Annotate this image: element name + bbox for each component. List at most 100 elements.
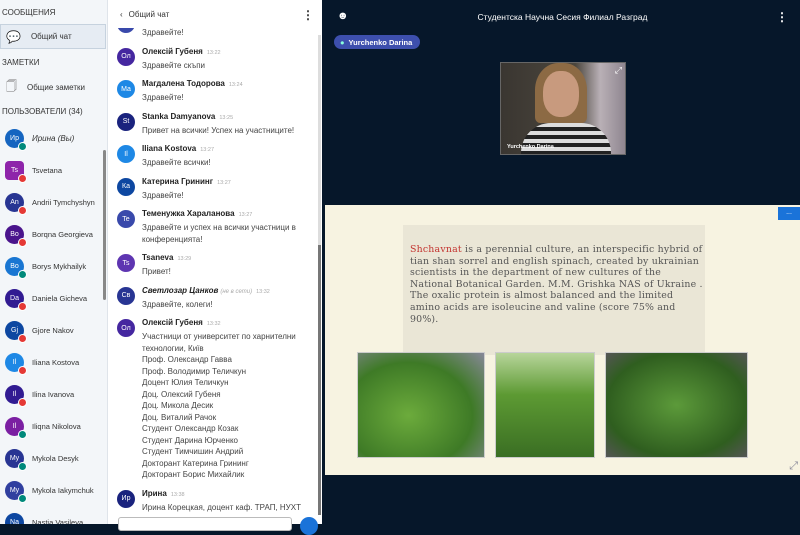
user-list-item[interactable]: Il Iliana Kostova	[0, 346, 104, 378]
user-list-item[interactable]: Gj Gjore Nakov	[0, 314, 104, 346]
listen-only-icon	[18, 493, 27, 503]
message-time: 13:27	[217, 179, 231, 186]
user-list-item[interactable]: Da Daniela Gicheva	[0, 282, 104, 314]
user-list-item[interactable]: Bo Borys Mykhailyk	[0, 250, 104, 282]
avatar: My	[5, 480, 27, 503]
user-name: Daniela Gicheva	[32, 293, 88, 303]
message-author: Iliana Kostova	[142, 144, 197, 153]
avatar: Св	[117, 286, 135, 305]
muted-mic-icon	[18, 173, 27, 183]
user-list-item[interactable]: Il Iliqna Nikolova	[0, 410, 104, 442]
avatar-initials: Св	[121, 292, 131, 299]
avatar-initials: Ts	[11, 166, 18, 174]
user-list-item[interactable]: My Mykola Desyk	[0, 442, 104, 474]
avatar: Il	[5, 416, 27, 439]
message-text: Здравейте!	[142, 93, 184, 102]
message-time: 13:22	[206, 49, 221, 56]
muted-mic-icon	[18, 205, 27, 215]
user-name: Ilina Ivanova	[32, 389, 75, 399]
user-list-item[interactable]: Ир Ирина (Вы)	[0, 122, 104, 154]
message-text: Привет на всички! Успех на участниците!	[142, 125, 295, 135]
plant-photo-2	[495, 352, 595, 458]
avatar-initials: Ts	[122, 259, 130, 267]
user-list-item[interactable]: My Mykola Iakymchuk	[0, 474, 104, 506]
muted-mic-icon	[18, 301, 27, 311]
user-name: Borqna Georgieva	[32, 229, 93, 239]
presentation-menu-button[interactable]: ...	[778, 207, 800, 220]
avatar: Bo	[5, 256, 27, 279]
message-text: Здравейте скъпи	[142, 60, 206, 70]
user-name: Mykola Iakymchuk	[32, 485, 94, 495]
webcam-video[interactable]: Yurchenko Darina ⤢	[500, 62, 626, 155]
avatar: Ts	[117, 254, 135, 272]
avatar: Da	[5, 288, 27, 311]
chat-header: ‹ Общий чат	[108, 0, 322, 28]
message-text: Привет!	[142, 267, 171, 276]
user-list-scrollbar[interactable]	[103, 150, 106, 300]
avatar: St	[117, 112, 135, 131]
chat-bubble-icon: 💬	[6, 29, 21, 44]
chat-message: Ка Катерина Грининг 13:27 Здравейте!	[108, 175, 318, 208]
message-author: Олексій Губеня	[142, 46, 203, 56]
avatar-initials: Ир	[10, 134, 19, 142]
message-author: Магдалена Тодорова	[142, 79, 225, 88]
user-list-item[interactable]: An Andrii Tymchyshyn	[0, 186, 104, 218]
chat-title: Общий чат	[128, 9, 170, 19]
avatar: Ма	[117, 80, 135, 98]
avatar-initials: Il	[12, 422, 17, 430]
user-name: Tsvetana	[32, 165, 63, 175]
avatar: Bo	[5, 224, 27, 247]
avatar: My	[5, 448, 27, 471]
user-name: Nastia Vasileva	[32, 517, 84, 525]
user-list-item[interactable]: Bo Borqna Georgieva	[0, 218, 104, 250]
avatar: Na	[5, 512, 24, 525]
avatar: Il	[117, 145, 135, 163]
avatar-initials: St	[122, 118, 130, 125]
message-time: 13:27	[200, 147, 215, 153]
notes-header: ЗАМЕТКИ	[2, 58, 40, 67]
avatar: Il	[5, 352, 27, 375]
user-list-item[interactable]: Il Ilina Ivanova	[0, 378, 104, 410]
listen-only-icon	[18, 461, 27, 471]
message-text: Ирина Корецкая, доцент каф. ТРАП, НУХТ	[142, 502, 301, 512]
public-chat-item[interactable]: 💬 Общий чат	[0, 24, 106, 49]
notes-icon: 🗍	[6, 81, 17, 93]
slide-fullscreen-icon[interactable]: ⤢	[789, 460, 798, 473]
fullscreen-icon[interactable]: ⤢	[615, 65, 622, 76]
plant-photo-1	[357, 352, 485, 458]
user-name: Ирина (Вы)	[32, 133, 75, 143]
talking-indicator[interactable]: ● Yurchenko Darina	[334, 35, 421, 49]
chat-panel: ЦвЦветелина ЙороваЗдравейте!ОлОлексій Гу…	[108, 0, 322, 524]
user-list-item[interactable]: Ts Tsvetana	[0, 154, 104, 186]
users-header: ПОЛЬЗОВАТЕЛИ (34)	[2, 107, 83, 116]
chat-message: Ир Ирина 13:38 Ирина Корецкая, доцент каф. …	[108, 487, 318, 520]
meeting-title: Студентска Научна Сесия Филиал Разград	[477, 12, 648, 22]
shared-notes-item[interactable]: 🗍 Общие заметки	[6, 78, 85, 97]
slide-paragraph-2: The oxalic protein is almost balanced an…	[410, 290, 676, 325]
message-time: 13:27	[238, 212, 253, 218]
send-button[interactable]	[300, 517, 318, 535]
message-time: 13:38	[170, 491, 185, 498]
chat-message: Ts Tsaneva 13:29 Привет!	[108, 251, 318, 284]
listen-only-icon	[18, 269, 27, 279]
options-icon[interactable]: ⋮	[776, 10, 788, 24]
avatar-initials: Na	[10, 518, 19, 525]
back-chevron-icon[interactable]: ‹	[120, 10, 123, 19]
chat-message-input[interactable]	[118, 517, 292, 531]
message-author: Теменужка Хараланова	[142, 209, 235, 218]
listen-only-icon	[18, 429, 27, 439]
user-name: Borys Mykhailyk	[32, 261, 87, 271]
avatar: Ол	[117, 47, 135, 66]
user-list-item[interactable]: Na Nastia Vasileva	[0, 506, 104, 524]
avatar-initials: Ма	[121, 85, 131, 93]
chat-messages: ЦвЦветелина ЙороваЗдравейте!ОлОлексій Гу…	[108, 12, 318, 519]
message-text: Здравейте!	[142, 28, 184, 37]
chat-options-icon[interactable]: ⋮	[302, 8, 314, 22]
avatar: Gj	[5, 320, 27, 343]
chat-scrollbar[interactable]	[318, 35, 321, 515]
avatar-initials: My	[9, 454, 20, 462]
talking-name: Yurchenko Darina	[348, 37, 413, 47]
slide-highlight: Shchavnat	[410, 244, 462, 255]
chat-message: Св Светлозар Цанков (не в сети) 13:32 Здраве…	[108, 284, 318, 317]
chat-message: Te Теменужка Хараланова 13:27 Здравейте и у…	[108, 207, 318, 251]
